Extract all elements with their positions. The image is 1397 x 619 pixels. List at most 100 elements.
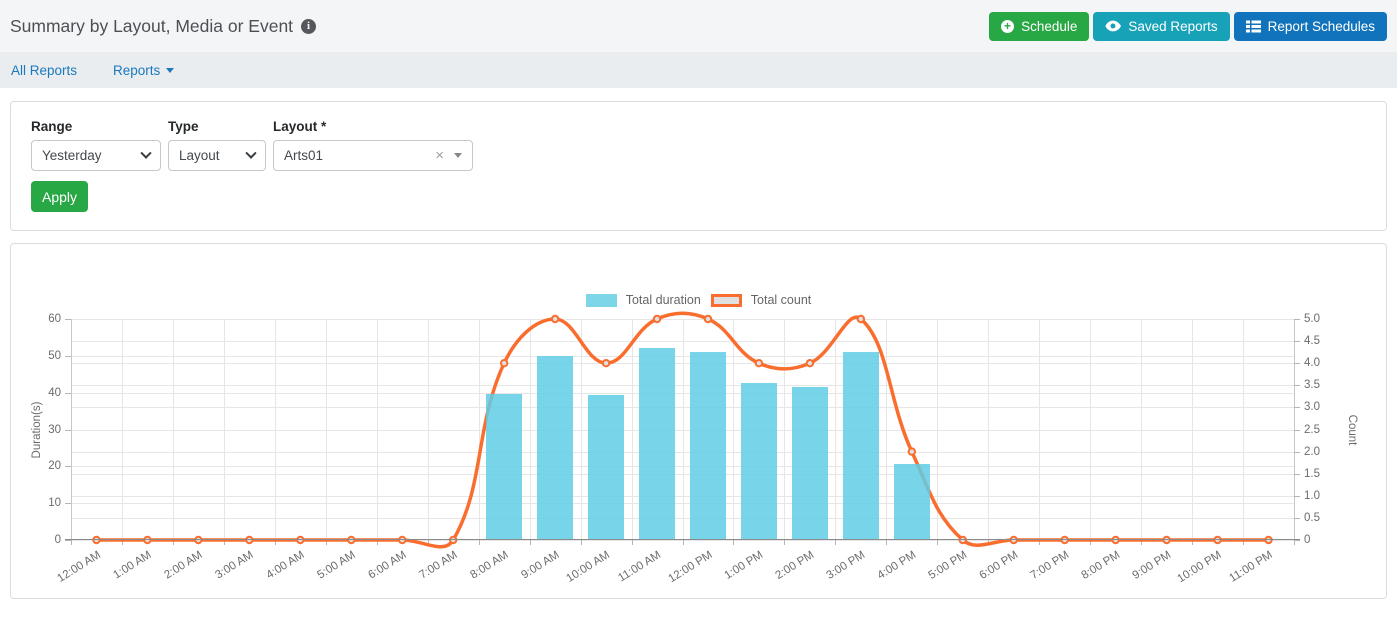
y-tick (1294, 319, 1300, 320)
nav-reports-dropdown[interactable]: Reports (113, 63, 174, 78)
y-axis-label-right: 5.0 (1304, 313, 1320, 325)
apply-button[interactable]: Apply (31, 181, 88, 212)
line-point (705, 316, 711, 322)
x-axis-label-text: 2:00 AM (163, 549, 205, 582)
layout-select[interactable]: Arts01 × (273, 140, 473, 171)
y-axis-label-left: 40 (48, 387, 61, 399)
bar-total-duration (537, 356, 574, 540)
y-tick (1294, 341, 1300, 342)
layout-select-value: Arts01 (284, 148, 435, 163)
line-point (450, 537, 456, 543)
clear-selection-icon[interactable]: × (435, 147, 444, 164)
bar-total-duration (741, 383, 778, 540)
chart-panel: Total duration Total count Duration(s) C… (10, 243, 1387, 599)
x-tick (632, 540, 633, 545)
chevron-down-icon (245, 147, 256, 158)
x-axis-label-text: 1:00 PM (723, 549, 766, 582)
chart-legend: Total duration Total count (11, 293, 1386, 307)
schedule-button-label: Schedule (1021, 19, 1077, 34)
eye-icon (1105, 20, 1121, 32)
line-point (552, 316, 558, 322)
layout-label: Layout * (273, 119, 473, 134)
y-axis-label-right: 1.0 (1304, 490, 1320, 502)
legend-item-total-duration[interactable]: Total duration (586, 293, 701, 307)
x-tick (530, 540, 531, 545)
y-axis-label-left: 0 (55, 534, 61, 546)
x-axis-label-text: 10:00 AM (565, 549, 613, 585)
y-tick (1294, 363, 1300, 364)
total-count-line (71, 319, 1294, 540)
y-axis-label-left: 30 (48, 424, 61, 436)
nav-all-reports[interactable]: All Reports (11, 63, 77, 78)
x-axis-label-text: 1:00 AM (112, 549, 154, 582)
nav-all-reports-label: All Reports (11, 63, 77, 78)
x-tick (479, 540, 480, 545)
range-select[interactable]: Yesterday (31, 140, 161, 171)
bar-total-duration (792, 387, 829, 540)
x-tick (71, 540, 72, 545)
x-axis-label-text: 6:00 AM (366, 549, 408, 582)
header-buttons: + Schedule Saved Reports Report Schedule… (989, 12, 1387, 41)
x-tick (784, 540, 785, 545)
x-axis-label-text: 7:00 AM (417, 549, 459, 582)
info-icon[interactable]: i (301, 19, 316, 34)
legend-item-total-count[interactable]: Total count (711, 293, 811, 307)
range-select-value: Yesterday (42, 148, 142, 163)
saved-reports-button[interactable]: Saved Reports (1093, 12, 1229, 41)
x-tick (835, 540, 836, 545)
filter-panel: Range Yesterday Type Layout Layout * Art… (10, 101, 1387, 231)
line-point (807, 360, 813, 366)
x-axis-line (65, 539, 1300, 540)
y-tick (1294, 474, 1300, 475)
line-point (348, 537, 354, 543)
x-axis-label-text: 4:00 PM (875, 549, 918, 582)
y-tick (1294, 452, 1300, 453)
y-axis-label-right: 1.5 (1304, 468, 1320, 480)
line-point (297, 537, 303, 543)
bar-total-duration (843, 352, 880, 540)
y-tick (1294, 407, 1300, 408)
line-point (246, 537, 252, 543)
x-tick (581, 540, 582, 545)
bar-total-duration (894, 464, 931, 540)
y-axis-label-right: 3.0 (1304, 401, 1320, 413)
type-field: Type Layout (168, 119, 266, 171)
line-point (1265, 537, 1271, 543)
y-axis-label-right: 0 (1304, 534, 1310, 546)
x-tick (886, 540, 887, 545)
layout-field: Layout * Arts01 × (273, 119, 473, 171)
line-point (960, 537, 966, 543)
schedule-button[interactable]: + Schedule (989, 12, 1089, 41)
y-axis-title-left: Duration(s) (31, 401, 43, 458)
x-axis-label-text: 9:00 AM (519, 549, 561, 582)
x-axis-label-text: 10:00 PM (1176, 549, 1224, 585)
bar-total-duration (690, 352, 727, 540)
line-point (654, 316, 660, 322)
line-point (1011, 537, 1017, 543)
chevron-down-icon (140, 147, 151, 158)
x-axis-label-text: 3:00 AM (214, 549, 256, 582)
y-axis-label-right: 2.0 (1304, 446, 1320, 458)
type-select[interactable]: Layout (168, 140, 266, 171)
x-axis-label-text: 6:00 PM (977, 549, 1020, 582)
x-axis-label-text: 9:00 PM (1130, 549, 1173, 582)
bar-total-duration (486, 394, 523, 540)
x-axis-label-text: 11:00 PM (1227, 549, 1274, 585)
page-title: Summary by Layout, Media or Event i (10, 16, 316, 37)
x-axis-label-text: 5:00 AM (315, 549, 357, 582)
y-tick (1294, 518, 1300, 519)
page-title-text: Summary by Layout, Media or Event (10, 16, 293, 37)
main-content: Range Yesterday Type Layout Layout * Art… (0, 88, 1397, 599)
legend-label-total-count: Total count (751, 293, 811, 307)
type-label: Type (168, 119, 266, 134)
plot-area: 010203040506000.51.01.52.02.53.03.54.04.… (71, 319, 1294, 540)
y-axis-label-right: 4.5 (1304, 335, 1320, 347)
range-field: Range Yesterday (31, 119, 161, 171)
line-point (1214, 537, 1220, 543)
line-point (756, 360, 762, 366)
x-axis-label-text: 8:00 AM (468, 549, 510, 582)
legend-label-total-duration: Total duration (626, 293, 701, 307)
report-schedules-button[interactable]: Report Schedules (1234, 12, 1387, 41)
x-axis-label-text: 2:00 PM (774, 549, 817, 582)
report-schedules-button-label: Report Schedules (1268, 19, 1375, 34)
